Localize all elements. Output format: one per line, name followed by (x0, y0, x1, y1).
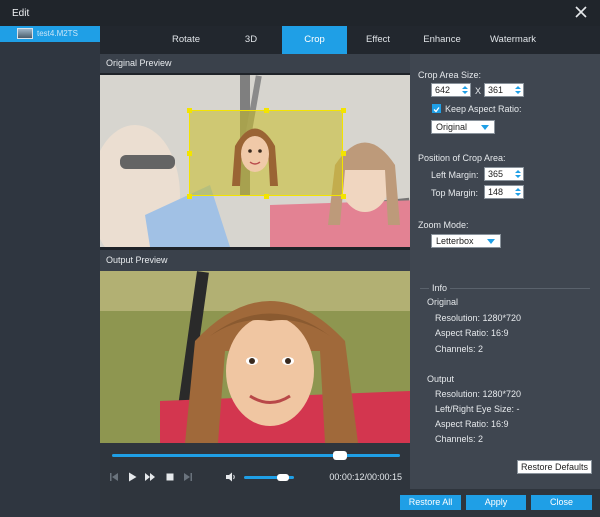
output-channels: Channels: 2 (435, 434, 484, 444)
crop-handle[interactable] (187, 151, 192, 156)
crop-area-frame[interactable] (189, 110, 343, 196)
close-button[interactable]: Close (531, 495, 592, 510)
spinner-arrows-icon[interactable] (515, 85, 521, 95)
file-list: test4.M2TS (0, 26, 100, 517)
original-preview-header: Original Preview (100, 54, 410, 73)
output-resolution: Resolution: 1280*720 (435, 389, 522, 399)
tab-crop[interactable]: Crop (282, 26, 347, 54)
video-thumbnail-icon (17, 28, 33, 39)
tab-effect[interactable]: Effect (352, 26, 404, 54)
apply-button[interactable]: Apply (466, 495, 526, 510)
crop-size-separator: X (475, 86, 482, 96)
original-preview-label: Original Preview (106, 58, 172, 68)
chevron-down-icon (487, 239, 495, 244)
tab-rotate[interactable]: Rotate (161, 26, 211, 54)
tab-enhance[interactable]: Enhance (412, 26, 472, 54)
restore-all-button[interactable]: Restore All (400, 495, 461, 510)
skip-end-icon[interactable] (182, 471, 194, 483)
output-preview-video (100, 271, 410, 443)
crop-position-label: Position of Crop Area: (418, 153, 506, 163)
output-eye-size: Left/Right Eye Size: - (435, 404, 520, 414)
spinner-arrows-icon[interactable] (462, 85, 468, 95)
output-info-title: Output (427, 374, 455, 384)
top-margin-label: Top Margin: (431, 188, 479, 198)
crop-height-input[interactable]: 361 (484, 83, 524, 97)
keep-aspect-checkbox[interactable] (432, 104, 441, 113)
spinner-arrows-icon[interactable] (515, 169, 521, 179)
crop-height-value: 361 (488, 85, 504, 95)
restore-defaults-button[interactable]: Restore Defaults (517, 460, 592, 474)
zoom-mode-select[interactable]: Letterbox (431, 234, 501, 248)
crop-handle[interactable] (341, 151, 346, 156)
play-icon[interactable] (126, 471, 138, 483)
aspect-ratio-select[interactable]: Original (431, 120, 495, 134)
seek-bar[interactable] (112, 454, 400, 457)
seek-handle[interactable] (333, 451, 347, 460)
fast-forward-icon[interactable] (144, 471, 156, 483)
chevron-down-icon (481, 125, 489, 130)
crop-handle[interactable] (341, 194, 346, 199)
edit-tabs: Rotate 3D Crop Effect Enhance Watermark (100, 26, 600, 54)
volume-icon[interactable] (225, 471, 237, 483)
crop-area-size-label: Crop Area Size: (418, 70, 482, 80)
crop-width-input[interactable]: 642 (431, 83, 471, 97)
crop-handle[interactable] (187, 108, 192, 113)
stop-icon[interactable] (164, 471, 176, 483)
close-icon[interactable] (574, 5, 588, 19)
top-margin-input[interactable]: 148 (484, 185, 524, 199)
tab-watermark[interactable]: Watermark (482, 26, 544, 54)
zoom-mode-label: Zoom Mode: (418, 220, 469, 230)
keep-aspect-label: Keep Aspect Ratio: (445, 104, 522, 114)
zoom-mode-value: Letterbox (436, 236, 474, 246)
original-aspect-ratio: Aspect Ratio: 16:9 (435, 328, 509, 338)
file-name: test4.M2TS (37, 29, 78, 38)
spinner-arrows-icon[interactable] (515, 187, 521, 197)
crop-settings-panel: Crop Area Size: 642 X 361 Keep Aspect Ra… (410, 54, 600, 489)
original-info-title: Original (427, 297, 459, 307)
tab-3d[interactable]: 3D (226, 26, 276, 54)
crop-subject (232, 128, 278, 186)
original-resolution: Resolution: 1280*720 (435, 313, 522, 323)
output-aspect-ratio: Aspect Ratio: 16:9 (435, 419, 509, 429)
time-display: 00:00:12/00:00:15 (329, 472, 402, 482)
output-frame-image (100, 271, 410, 443)
player-controls: 00:00:12/00:00:15 (100, 443, 410, 489)
crop-handle[interactable] (264, 194, 269, 199)
left-margin-input[interactable]: 365 (484, 167, 524, 181)
crop-width-value: 642 (435, 85, 451, 95)
left-margin-value: 365 (488, 169, 504, 179)
crop-handle[interactable] (264, 108, 269, 113)
left-margin-label: Left Margin: (431, 170, 479, 180)
original-channels: Channels: 2 (435, 344, 484, 354)
info-header: Info (429, 283, 451, 293)
window-title: Edit (12, 8, 30, 19)
title-bar: Edit (0, 0, 600, 26)
file-list-item[interactable]: test4.M2TS (0, 26, 100, 42)
skip-start-icon[interactable] (108, 471, 120, 483)
volume-handle[interactable] (277, 474, 289, 481)
top-margin-value: 148 (488, 187, 504, 197)
output-preview-header: Output Preview (100, 250, 410, 271)
check-icon (433, 107, 440, 113)
aspect-ratio-value: Original (436, 122, 468, 132)
crop-handle[interactable] (187, 194, 192, 199)
output-preview-label: Output Preview (106, 255, 168, 265)
crop-handle[interactable] (341, 108, 346, 113)
